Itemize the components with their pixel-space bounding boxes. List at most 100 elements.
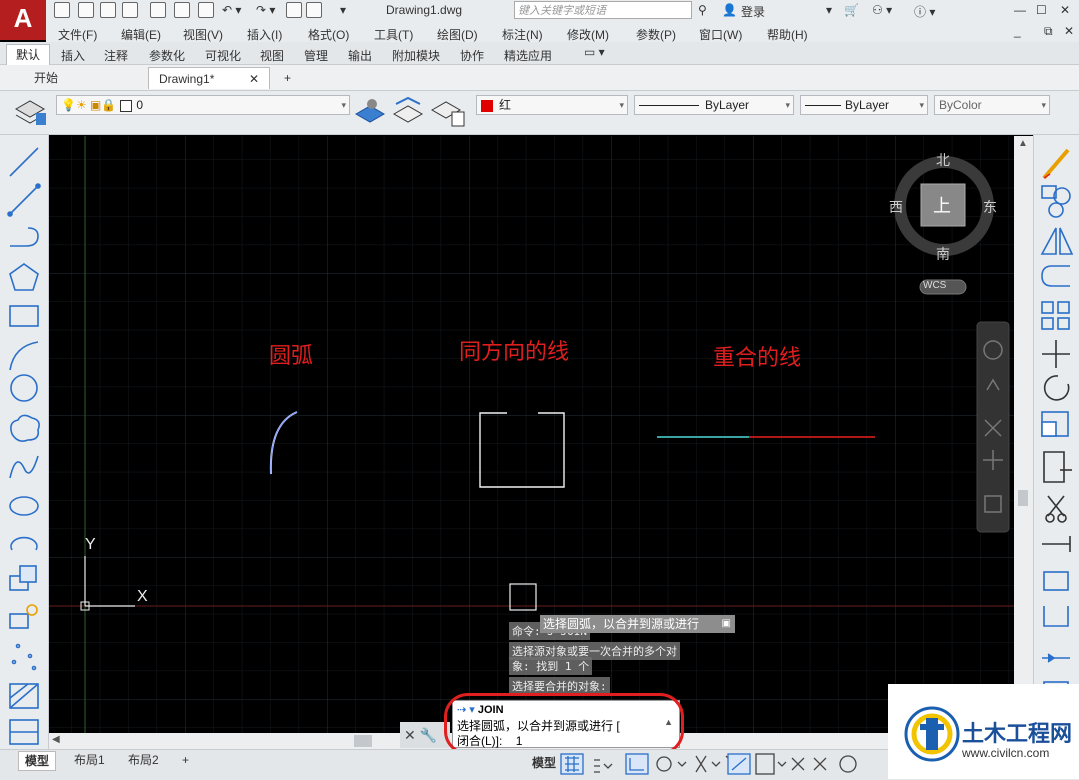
ribbon-options-icon[interactable]: ▭ ▾ (584, 45, 605, 59)
color-swatch (481, 99, 493, 112)
viewcube-south[interactable]: 南 (936, 244, 950, 264)
status-toolbar-icons (560, 753, 857, 775)
plotstyle-value: ByColor (939, 98, 982, 112)
login-button[interactable]: 登录 (741, 3, 765, 20)
plot-upload-icon[interactable] (150, 2, 166, 18)
tab-addins[interactable]: 附加模块 (392, 47, 440, 64)
scroll-left-icon[interactable]: ◀ (52, 734, 60, 745)
document-title: Drawing1.dwg (386, 3, 463, 17)
model-space-button[interactable]: 模型 (526, 754, 562, 772)
new-window-icon[interactable] (198, 2, 214, 18)
cart-icon[interactable]: 🛒 (844, 3, 859, 17)
tab-layout2[interactable]: 布局2 (122, 751, 165, 769)
chevron-down-icon: ▾ (919, 100, 924, 110)
login-dropdown-icon[interactable]: ▾ (826, 3, 832, 17)
tooltip-text: 选择圆弧，以合并到源或进行 (543, 617, 700, 631)
scroll-thumb[interactable] (354, 735, 372, 747)
lineweight-combo[interactable]: ByLayer ▾ (800, 95, 928, 115)
layer-combo[interactable]: 💡☀ ▣🔒 0 ▾ (56, 95, 350, 115)
layer-properties-icon[interactable] (12, 95, 48, 129)
undo-icon[interactable]: ↶ ▾ (222, 3, 241, 17)
menu-insert[interactable]: 插入(I) (247, 26, 282, 43)
tooltip-arrow-icon[interactable]: ▣ (722, 615, 731, 633)
layer-match-icon[interactable] (392, 96, 428, 128)
menu-parametric[interactable]: 参数(P) (636, 26, 676, 43)
menu-help[interactable]: 帮助(H) (767, 26, 808, 43)
menu-window[interactable]: 窗口(W) (699, 26, 742, 43)
command-history-line: 象: 找到 1 个 (509, 657, 593, 675)
plotstyle-combo[interactable]: ByColor ▾ (934, 95, 1050, 115)
menu-dimension[interactable]: 标注(N) (502, 26, 543, 43)
doc-minimize-icon[interactable]: _ (1014, 24, 1021, 38)
draw-toolbar-icons (7, 147, 41, 745)
network-icon[interactable]: ⚇ ▾ (872, 3, 892, 17)
share-icon[interactable] (306, 2, 322, 18)
menu-draw[interactable]: 绘图(D) (437, 26, 478, 43)
close-icon[interactable]: ✕ (1060, 3, 1070, 17)
tab-featured-apps[interactable]: 精选应用 (504, 47, 552, 64)
color-value: 红 (499, 98, 512, 112)
color-combo[interactable]: 红 ▾ (476, 95, 628, 115)
scroll-up-icon[interactable]: ▲ (1018, 138, 1028, 149)
minimize-icon[interactable]: — (1014, 3, 1026, 17)
menu-file[interactable]: 文件(F) (58, 26, 97, 43)
open-icon[interactable] (54, 2, 70, 18)
make-current-layer-icon[interactable] (354, 96, 390, 128)
chevron-down-icon: ▾ (785, 100, 790, 110)
tab-parametric[interactable]: 参数化 (149, 47, 185, 64)
menu-view[interactable]: 视图(V) (183, 26, 223, 43)
quick-access-dropdown-icon[interactable]: ▾ (340, 3, 346, 17)
viewcube-top-face[interactable]: 上 (933, 192, 951, 218)
doc-close-icon[interactable]: ✕ (1064, 24, 1074, 38)
viewcube-east[interactable]: 东 (983, 197, 997, 217)
tab-view[interactable]: 视图 (260, 47, 284, 64)
binoculars-icon[interactable]: ⚲ (698, 3, 707, 17)
print-icon[interactable] (174, 2, 190, 18)
menu-edit[interactable]: 编辑(E) (121, 26, 161, 43)
menu-modify[interactable]: 修改(M) (567, 26, 609, 43)
tab-insert[interactable]: 插入 (61, 47, 85, 64)
menu-format[interactable]: 格式(O) (308, 26, 349, 43)
tab-collaborate[interactable]: 协作 (460, 47, 484, 64)
tab-annotate[interactable]: 注释 (104, 47, 128, 64)
web-save-icon[interactable] (122, 2, 138, 18)
match-icon[interactable] (286, 2, 302, 18)
add-layout-icon[interactable]: + (176, 751, 195, 769)
chevron-down-icon: ▾ (341, 100, 346, 110)
save-icon[interactable] (78, 2, 94, 18)
drawing-canvas[interactable]: 圆弧 同方向的线 重合的线 Y X 北 南 东 西 上 WCS 命令: J JO… (49, 136, 1014, 733)
tab-start[interactable]: 开始 (24, 67, 144, 89)
search-input[interactable]: 键入关键字或短语 (514, 1, 692, 19)
viewcube-west[interactable]: 西 (889, 197, 903, 217)
wrench-icon[interactable]: 🔧 (420, 727, 437, 743)
menu-tools[interactable]: 工具(T) (374, 26, 413, 43)
linetype-combo[interactable]: ByLayer ▾ (634, 95, 794, 115)
watermark-name: 土木工程网 (962, 722, 1073, 747)
tab-model[interactable]: 模型 (18, 751, 57, 771)
redo-icon[interactable]: ↷ ▾ (256, 3, 275, 17)
viewcube-north[interactable]: 北 (936, 150, 950, 170)
wcs-menu[interactable]: WCS (923, 280, 946, 291)
tab-manage[interactable]: 管理 (304, 47, 328, 64)
user-icon[interactable]: 👤 (722, 3, 737, 17)
tab-close-icon[interactable]: ✕ (249, 68, 259, 90)
new-tab-icon[interactable]: + (278, 67, 302, 89)
app-logo-icon[interactable]: A (0, 0, 46, 40)
doc-restore-icon[interactable]: ⧉ (1044, 24, 1053, 39)
help-icon[interactable]: ⓘ ▾ (914, 3, 935, 20)
tab-layout1[interactable]: 布局1 (68, 751, 111, 769)
tab-output[interactable]: 输出 (348, 47, 372, 64)
scroll-thumb[interactable] (1018, 490, 1028, 506)
tab-visualize[interactable]: 可视化 (205, 47, 241, 64)
tab-drawing1[interactable]: Drawing1* ✕ (148, 67, 270, 89)
save-as-icon[interactable] (100, 2, 116, 18)
watermark-url: www.civilcn.com (962, 746, 1050, 760)
close-icon[interactable]: ✕ (404, 727, 416, 743)
tab-default[interactable]: 默认 (6, 44, 50, 65)
canvas-label-overlap: 重合的线 (713, 346, 802, 371)
vertical-scrollbar[interactable]: ▲ (1014, 136, 1033, 733)
linetype-value: ByLayer (705, 98, 750, 112)
canvas-label-arc: 圆弧 (269, 344, 314, 369)
maximize-icon[interactable]: ☐ (1036, 3, 1047, 17)
layer-state-icon[interactable] (430, 96, 466, 128)
